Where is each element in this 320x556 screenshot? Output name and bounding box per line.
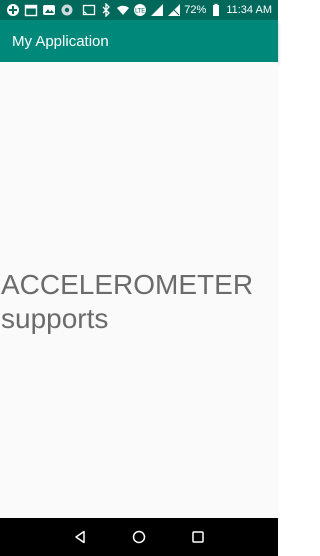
- status-left-icons: [0, 3, 74, 17]
- status-time: 11:34 AM: [226, 4, 272, 16]
- volte-icon: LTE: [133, 3, 147, 17]
- sensor-support-text: ACCELEROMETER supports: [1, 269, 254, 334]
- main-content: ACCELEROMETER supports: [0, 62, 278, 518]
- bluetooth-icon: [99, 3, 113, 17]
- app-notification-icon: [6, 3, 20, 17]
- battery-icon: [209, 3, 223, 17]
- signal-icon: [150, 3, 164, 17]
- wifi-icon: [116, 3, 130, 17]
- back-icon[interactable]: [71, 528, 89, 546]
- status-bar: LTE 72% 11:34 AM: [0, 0, 278, 20]
- home-icon[interactable]: [130, 528, 148, 546]
- status-right-icons: LTE 72% 11:34 AM: [82, 3, 278, 17]
- signal-icon-2: [167, 3, 181, 17]
- phone-screen: LTE 72% 11:34 AM My Application ACCELERO…: [0, 0, 278, 556]
- svg-text:LTE: LTE: [135, 8, 145, 15]
- navigation-bar: [0, 518, 278, 556]
- cast-icon: [82, 3, 96, 17]
- app-bar: My Application: [0, 20, 278, 62]
- app-title: My Application: [12, 32, 109, 50]
- settings-icon: [60, 3, 74, 17]
- recents-icon[interactable]: [189, 528, 207, 546]
- photos-icon: [42, 3, 56, 17]
- battery-percentage: 72%: [184, 4, 207, 16]
- calendar-icon: [24, 3, 38, 17]
